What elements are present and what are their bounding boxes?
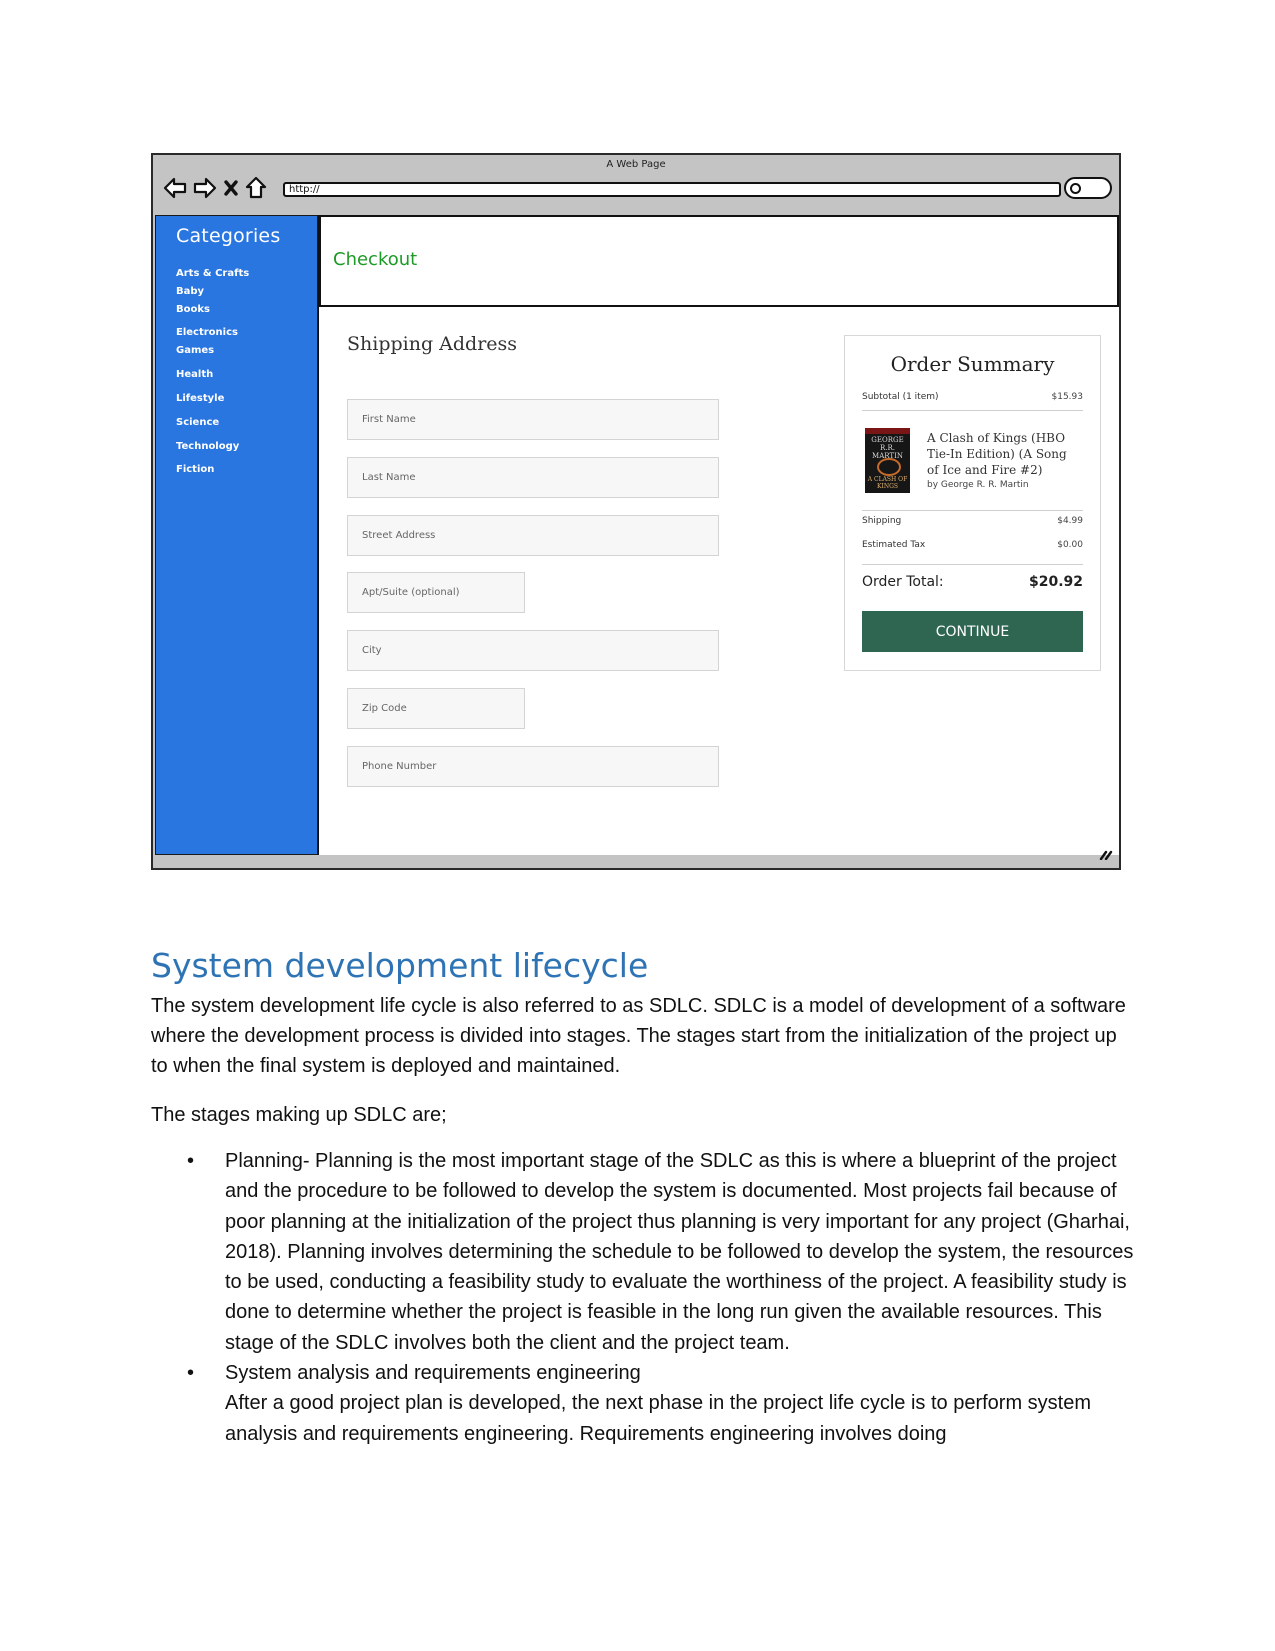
order-summary-panel: Order Summary Subtotal (1 item) $15.93 G… (844, 335, 1101, 671)
analysis-text: After a good project plan is developed, … (225, 1392, 1092, 1445)
phone-number-field[interactable]: Phone Number (347, 746, 719, 787)
city-field[interactable]: City (347, 630, 719, 671)
book-cover-title: A CLASH OF KINGS (867, 476, 908, 490)
forward-arrow-icon[interactable] (193, 177, 217, 199)
shipping-value: $4.99 (1057, 516, 1083, 526)
subtotal-value: $15.93 (1051, 392, 1084, 402)
shipping-row: Shipping $4.99 (862, 516, 1083, 526)
search-icon (1070, 183, 1081, 194)
page-header: Checkout (319, 215, 1119, 307)
nav-toolbar (163, 175, 267, 201)
item-title[interactable]: A Clash of Kings (HBO Tie-In Edition) (A… (927, 430, 1082, 478)
shipping-label: Shipping (862, 516, 902, 526)
divider (862, 564, 1083, 565)
sidebar-item-arts-crafts[interactable]: Arts & Crafts (176, 268, 249, 279)
item-author: by George R. R. Martin (927, 480, 1029, 490)
bullet-icon: • (187, 1150, 195, 1172)
list-item: • System analysis and requirements engin… (151, 1358, 1136, 1449)
sidebar-item-health[interactable]: Health (176, 369, 213, 380)
order-total-row: Order Total: $20.92 (862, 574, 1083, 590)
crown-emblem-icon (877, 458, 901, 476)
stages-intro: The stages making up SDLC are; (151, 1104, 447, 1126)
back-arrow-icon[interactable] (163, 177, 187, 199)
section-heading: System development lifecycle (151, 946, 649, 985)
tax-label: Estimated Tax (862, 540, 926, 550)
analysis-title: System analysis and requirements enginee… (225, 1362, 641, 1385)
subtotal-label: Subtotal (1 item) (862, 392, 939, 402)
apt-suite-field[interactable]: Apt/Suite (optional) (347, 572, 525, 613)
resize-grip-icon[interactable] (1099, 847, 1113, 865)
order-total-label: Order Total: (862, 574, 944, 590)
list-item: • Planning- Planning is the most importa… (151, 1146, 1136, 1358)
book-cover-image[interactable]: GEORGE R.R. MARTIN A CLASH OF KINGS (865, 428, 910, 493)
street-address-field[interactable]: Street Address (347, 515, 719, 556)
sidebar-title: Categories (176, 225, 281, 247)
continue-button[interactable]: CONTINUE (862, 611, 1083, 652)
browser-wireframe: A Web Page http:// Categories Arts & Cra… (151, 153, 1121, 870)
sidebar-item-lifestyle[interactable]: Lifestyle (176, 393, 224, 404)
sidebar-item-electronics[interactable]: Electronics (176, 327, 238, 338)
tax-value: $0.00 (1057, 540, 1083, 550)
home-icon[interactable] (245, 176, 267, 200)
order-summary-title: Order Summary (890, 352, 1055, 376)
search-box[interactable] (1064, 177, 1112, 199)
shipping-address-heading: Shipping Address (347, 333, 518, 355)
page-title: Checkout (333, 249, 418, 270)
planning-text: Planning- Planning is the most important… (225, 1150, 1134, 1354)
first-name-field[interactable]: First Name (347, 399, 719, 440)
stages-list: • Planning- Planning is the most importa… (151, 1146, 1136, 1449)
divider (862, 410, 1083, 411)
sidebar-item-fiction[interactable]: Fiction (176, 464, 214, 475)
zip-code-field[interactable]: Zip Code (347, 688, 525, 729)
sidebar-item-games[interactable]: Games (176, 345, 214, 356)
categories-sidebar: Categories Arts & Crafts Baby Books Elec… (155, 215, 318, 855)
last-name-field[interactable]: Last Name (347, 457, 719, 498)
sidebar-item-baby[interactable]: Baby (176, 286, 204, 297)
window-title: A Web Page (606, 159, 666, 170)
order-total-value: $20.92 (1028, 574, 1083, 590)
url-bar[interactable]: http:// (283, 182, 1061, 197)
tax-row: Estimated Tax $0.00 (862, 540, 1083, 550)
divider (862, 510, 1083, 511)
subtotal-row: Subtotal (1 item) $15.93 (862, 392, 1083, 402)
book-cover-author: GEORGE R.R. MARTIN (871, 436, 904, 460)
bullet-icon: • (187, 1362, 195, 1385)
intro-paragraph: The system development life cycle is als… (151, 995, 1126, 1077)
sidebar-item-science[interactable]: Science (176, 417, 219, 428)
main-content: Checkout Shipping Address First Name Las… (318, 215, 1119, 855)
sidebar-item-books[interactable]: Books (176, 304, 210, 315)
close-x-icon[interactable] (223, 179, 239, 197)
sidebar-item-technology[interactable]: Technology (176, 441, 239, 452)
